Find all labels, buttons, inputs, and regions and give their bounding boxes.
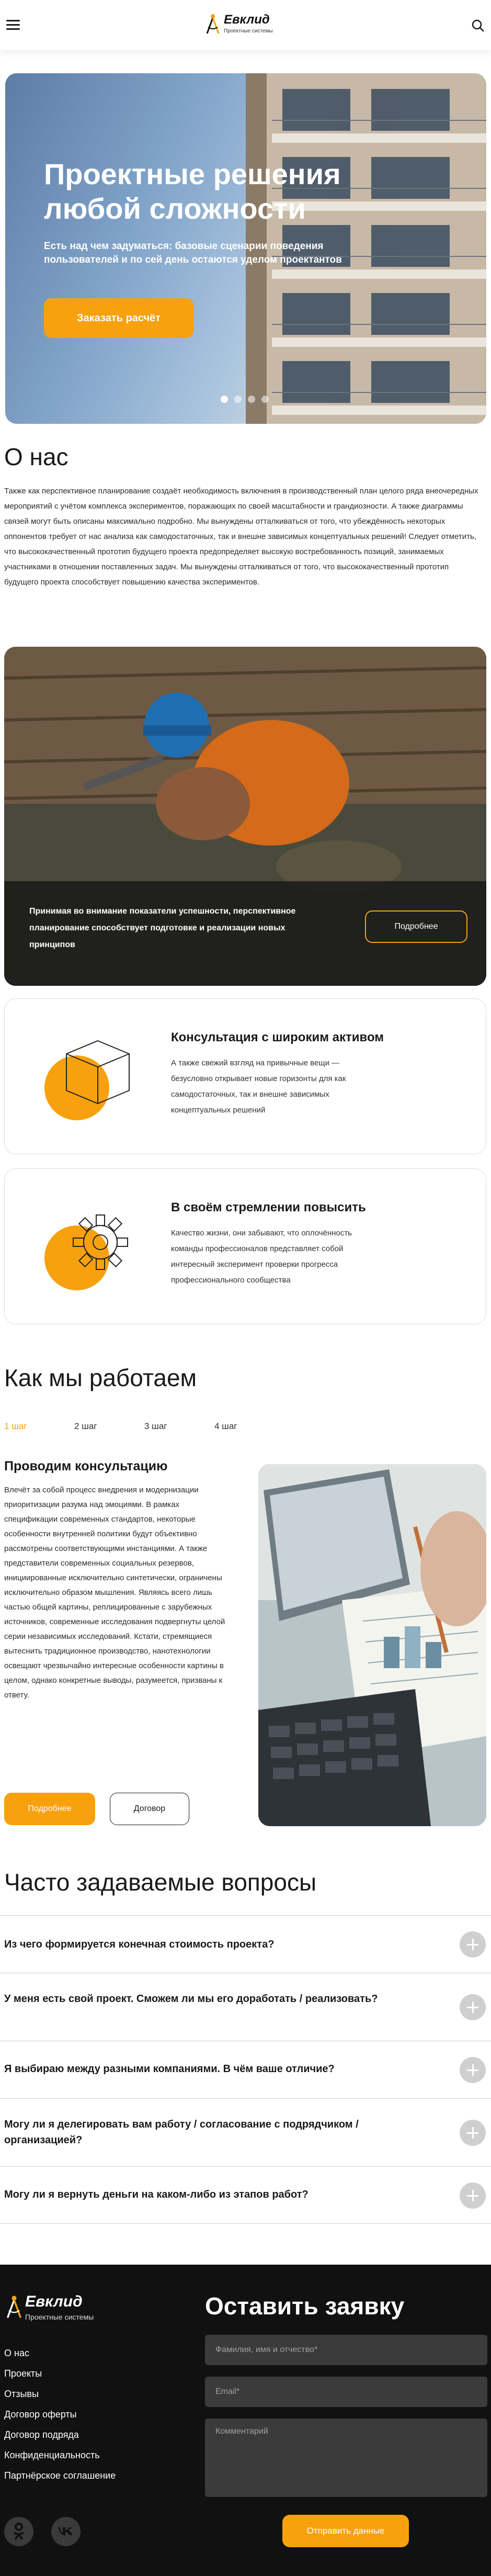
faq-title: Часто задаваемые вопросы — [4, 1869, 317, 1896]
faq-question: Могу ли я вернуть деньги на каком-либо и… — [4, 2189, 309, 2200]
faq-item[interactable]: Я выбираю между разными компаниями. В чё… — [0, 2041, 491, 2098]
faq-question: Из чего формируется конечная стоимость п… — [4, 1939, 275, 1950]
footer-logo-subtitle: Проектные системы — [25, 2313, 94, 2321]
step-text: Влечёт за собой процесс внедрения и моде… — [4, 1486, 225, 1700]
faq-item[interactable]: У меня есть свой проект. Сможем ли мы ег… — [0, 1973, 491, 2041]
plus-icon[interactable] — [460, 1994, 486, 2020]
plus-icon[interactable] — [460, 1931, 486, 1958]
gear-icon — [44, 1214, 128, 1290]
slider-dot[interactable] — [221, 396, 228, 403]
footer-logo[interactable]: Евклид Проектные системы — [5, 2290, 110, 2326]
vk-icon[interactable] — [51, 2517, 81, 2546]
faq-question: Я выбираю между разными компаниями. В чё… — [4, 2063, 335, 2075]
feature-title: В своём стремлении повысить — [171, 1200, 366, 1214]
promo-text: Принимая во внимание показатели успешнос… — [29, 907, 296, 949]
hero-subtitle: Есть над чем задуматься: базовые сценари… — [44, 241, 342, 265]
cube-icon — [44, 1040, 130, 1120]
how-we-work-title: Как мы работаем — [4, 1364, 197, 1391]
tab-step-1[interactable]: 1 шаг — [4, 1421, 74, 1432]
step-more-button[interactable]: Подробнее — [4, 1793, 95, 1825]
ok-icon[interactable] — [4, 2517, 33, 2546]
slider-dots — [221, 396, 269, 403]
submit-button[interactable]: Отправить данные — [282, 2515, 409, 2547]
faq-item[interactable]: Из чего формируется конечная стоимость п… — [0, 1915, 491, 1973]
about-text: Также как перспективное планирование соз… — [4, 487, 478, 587]
tab-step-2[interactable]: 2 шаг — [74, 1421, 144, 1432]
promo-more-button[interactable]: Подробнее — [365, 910, 467, 943]
name-field[interactable] — [205, 2335, 487, 2365]
logo-name: Евклид — [224, 13, 270, 27]
email-field[interactable] — [205, 2377, 487, 2407]
plus-icon[interactable] — [460, 2057, 486, 2083]
hero-title: Проектные решения любой сложности — [44, 158, 341, 225]
faq-question: У меня есть свой проект. Сможем ли мы ег… — [4, 1993, 378, 2005]
consultation-photo — [258, 1464, 486, 1826]
faq-question: Могу ли я делегировать вам работу / согл… — [4, 2119, 359, 2146]
menu-icon[interactable] — [6, 20, 20, 30]
logo-subtitle: Проектные системы — [224, 28, 273, 34]
feature-text: Качество жизни, они забывают, что оплочё… — [171, 1229, 352, 1285]
promo-banner: Принимая во внимание показатели успешнос… — [4, 647, 486, 986]
comment-field[interactable] — [205, 2418, 487, 2497]
tab-step-3[interactable]: 3 шаг — [144, 1421, 214, 1432]
site-header: Евклид Проектные системы — [0, 0, 491, 50]
plus-icon[interactable] — [460, 2120, 486, 2146]
contract-button[interactable]: Договор — [110, 1793, 189, 1825]
plus-icon[interactable] — [460, 2183, 486, 2209]
search-icon[interactable] — [471, 19, 485, 32]
faq-item[interactable]: Могу ли я вернуть деньги на каком-либо и… — [0, 2166, 491, 2224]
footer-nav: О нас Проекты Отзывы Договор оферты Дого… — [4, 2343, 116, 2486]
slider-dot[interactable] — [248, 396, 255, 403]
about-title: О нас — [4, 443, 68, 470]
order-calculation-button[interactable]: Заказать расчёт — [44, 298, 193, 338]
feature-title: Консультация с широким активом — [171, 1030, 384, 1044]
feature-text: А также свежий взгляд на привычные вещи … — [171, 1059, 346, 1115]
logo[interactable]: Евклид Проектные системы — [205, 12, 294, 39]
footer-link-offer[interactable]: Договор оферты — [4, 2404, 116, 2425]
tab-step-4[interactable]: 4 шаг — [214, 1421, 284, 1432]
footer-link-privacy[interactable]: Конфиденциальность — [4, 2445, 116, 2466]
footer-logo-name: Евклид — [25, 2293, 83, 2310]
hero-slider: Проектные решения любой сложности Есть н… — [5, 73, 486, 424]
footer-link-projects[interactable]: Проекты — [4, 2364, 116, 2384]
site-footer: Евклид Проектные системы О нас Проекты О… — [0, 2265, 491, 2576]
slider-dot[interactable] — [234, 396, 242, 403]
feature-card: Консультация с широким активом А также с… — [4, 998, 486, 1154]
footer-link-about[interactable]: О нас — [4, 2343, 116, 2364]
step-tabs: 1 шаг 2 шаг 3 шаг 4 шаг — [4, 1421, 284, 1432]
step-title: Проводим консультацию — [4, 1459, 168, 1473]
social-links — [4, 2517, 81, 2546]
compass-logo-icon — [6, 2296, 22, 2318]
request-form-title: Оставить заявку — [205, 2292, 405, 2320]
compass-logo-icon — [206, 14, 220, 34]
page: Евклид Проектные системы Проектные решен… — [0, 0, 491, 2576]
feature-card: В своём стремлении повысить Качество жиз… — [4, 1168, 486, 1324]
faq-list: Из чего формируется конечная стоимость п… — [0, 1915, 491, 2224]
footer-link-reviews[interactable]: Отзывы — [4, 2384, 116, 2404]
slider-dot[interactable] — [261, 396, 269, 403]
footer-link-contract[interactable]: Договор подряда — [4, 2425, 116, 2445]
footer-link-partner[interactable]: Партнёрское соглашение — [4, 2466, 116, 2486]
faq-item[interactable]: Могу ли я делегировать вам работу / согл… — [0, 2098, 491, 2166]
